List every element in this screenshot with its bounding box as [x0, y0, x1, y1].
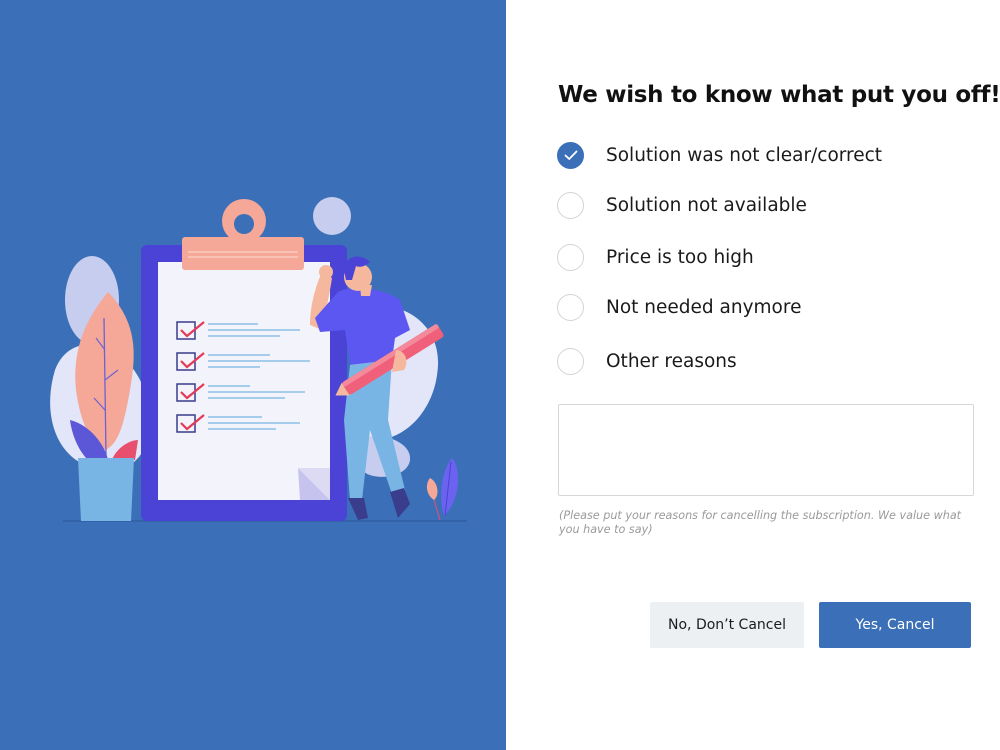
option-price-too-high[interactable]: Price is too high — [557, 243, 977, 271]
checklist-illustration — [50, 197, 467, 522]
option-not-available[interactable]: Solution not available — [557, 191, 977, 219]
form-title: We wish to know what put you off! — [558, 82, 1000, 108]
radio-not-needed[interactable] — [557, 293, 584, 321]
cancellation-form: We wish to know what put you off! Soluti… — [506, 0, 1000, 750]
yes-cancel-button[interactable]: Yes, Cancel — [819, 602, 971, 648]
radio-not-clear[interactable] — [557, 141, 584, 169]
option-label-not-needed: Not needed anymore — [606, 296, 802, 318]
radio-not-available[interactable] — [557, 191, 584, 219]
illustration-panel — [0, 0, 506, 750]
check-icon — [564, 150, 577, 160]
option-label-not-clear: Solution was not clear/correct — [606, 144, 883, 166]
radio-other-reasons[interactable] — [557, 347, 584, 375]
option-label-not-available: Solution not available — [606, 194, 807, 216]
option-not-needed[interactable]: Not needed anymore — [557, 293, 977, 321]
dont-cancel-button[interactable]: No, Don’t Cancel — [650, 602, 804, 648]
option-not-clear[interactable]: Solution was not clear/correct — [557, 141, 977, 169]
reason-textarea[interactable] — [558, 404, 974, 496]
option-other-reasons[interactable]: Other reasons — [557, 347, 977, 375]
option-label-other-reasons: Other reasons — [606, 350, 737, 372]
reason-hint: (Please put your reasons for cancelling … — [559, 509, 962, 536]
radio-price-too-high[interactable] — [557, 243, 584, 271]
option-label-price-too-high: Price is too high — [606, 246, 754, 268]
